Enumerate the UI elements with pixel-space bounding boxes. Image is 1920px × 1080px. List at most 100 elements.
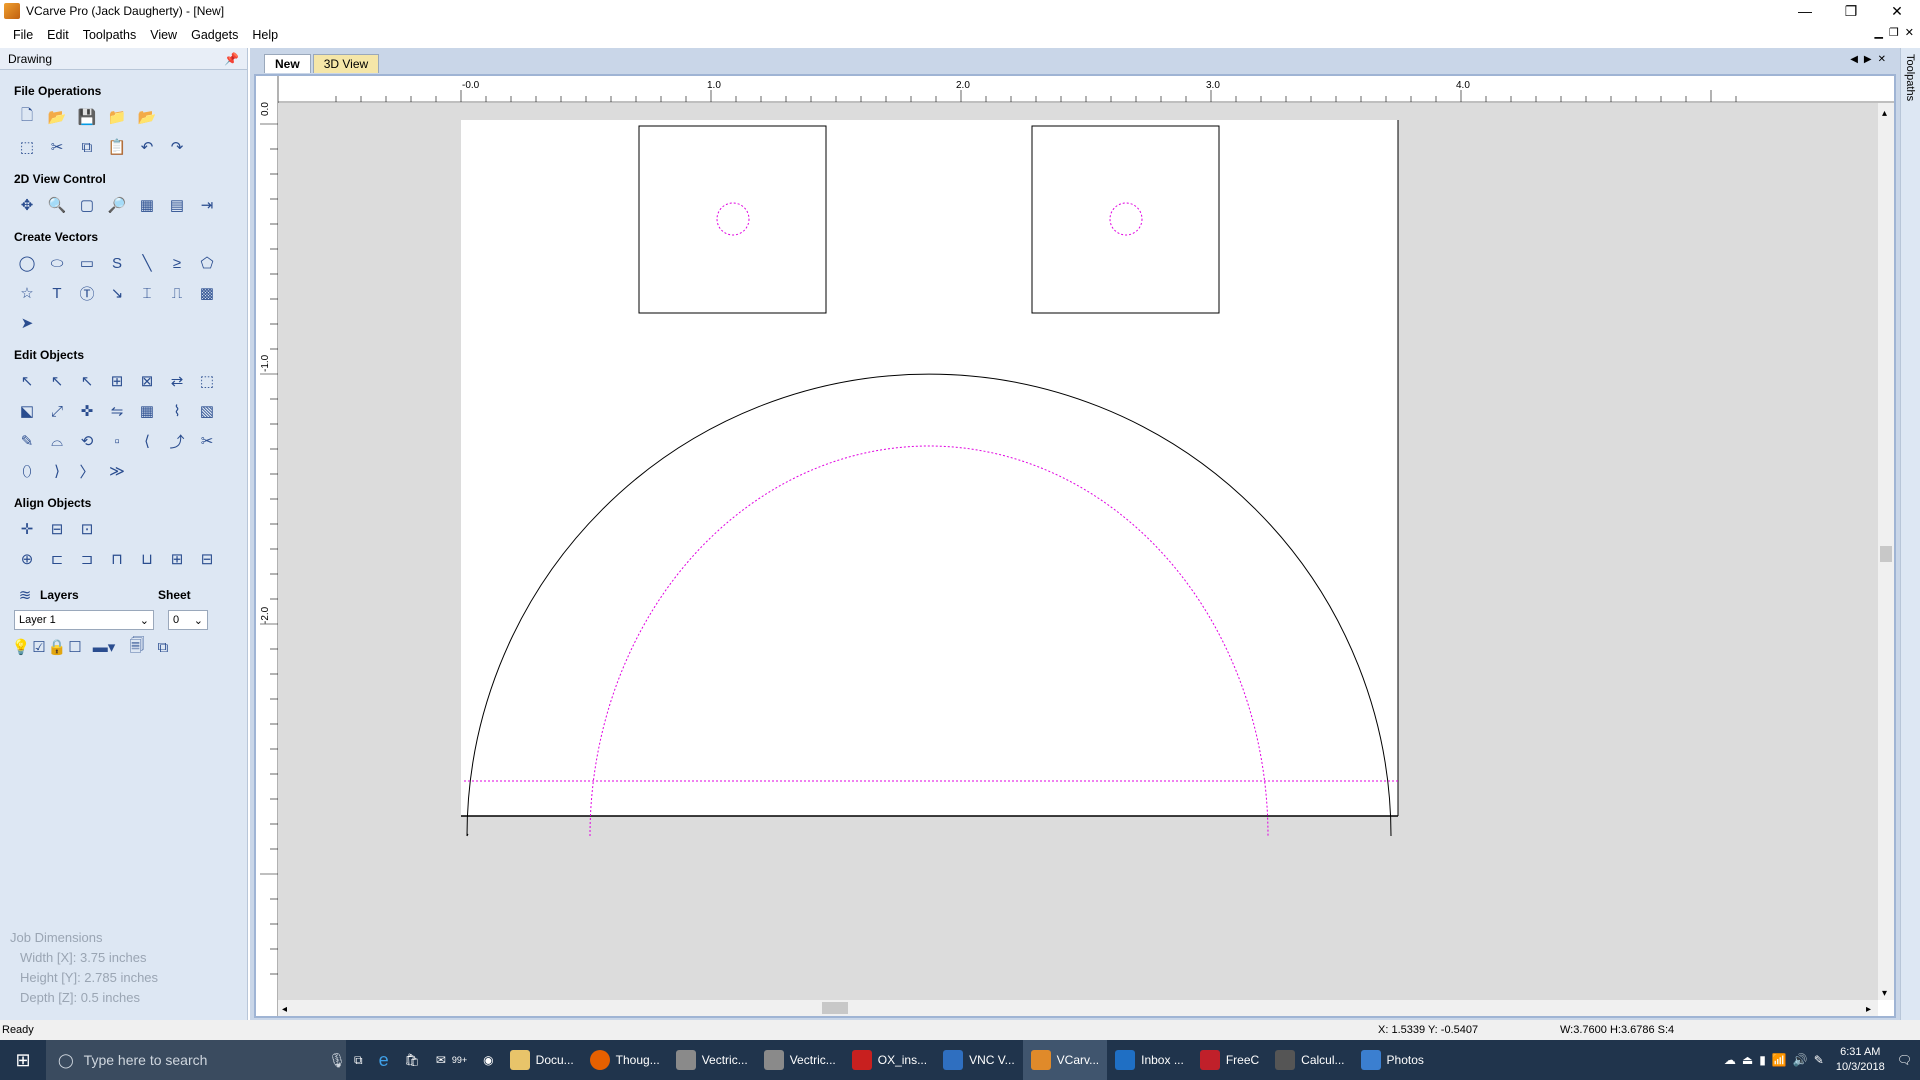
smooth-icon[interactable]: ⬯ [16,460,38,482]
scroll-up-icon[interactable]: ▴ [1882,108,1887,119]
tray-network-icon[interactable]: 📶 [1772,1053,1787,1067]
star-icon[interactable]: ☆ [16,282,38,304]
dimension-icon[interactable]: ⎍ [166,282,188,304]
chrome-icon[interactable]: ◉ [475,1040,501,1080]
menu-view[interactable]: View [143,28,184,42]
edge-icon[interactable]: e [371,1040,397,1080]
align-left-icon[interactable]: ⊏ [46,548,68,570]
fillet-icon[interactable]: ⌓ [46,430,68,452]
tray-volume-icon[interactable]: 🔊 [1793,1053,1808,1067]
menu-gadgets[interactable]: Gadgets [184,28,245,42]
guides-icon[interactable]: ▤ [166,194,188,216]
notification-icon[interactable]: 🗨 [1897,1053,1912,1067]
tray-battery-icon[interactable]: ▮ [1759,1053,1766,1067]
open-folder-icon[interactable]: 📁 [106,106,128,128]
import-icon[interactable]: 📂 [136,106,158,128]
pin-icon[interactable]: 📌 [224,52,239,66]
mdi-restore-icon[interactable]: ❐ [1889,26,1899,39]
taskbar-item-vectric-2[interactable]: Vectric... [756,1040,844,1080]
visible-checkbox[interactable]: ☑ [32,636,46,658]
line-icon[interactable]: ╲ [136,252,158,274]
taskbar-item-vcarve[interactable]: VCarv... [1022,1040,1108,1080]
transform-icon[interactable]: ↖ [76,370,98,392]
taskbar-item-outlook[interactable]: Inbox ... [1107,1040,1192,1080]
horizontal-scrollbar[interactable] [278,1000,1878,1016]
tab-prev-icon[interactable]: ◀ [1850,54,1858,65]
flip-icon[interactable]: ⇋ [106,400,128,422]
taskbar-item-vnc[interactable]: VNC V... [935,1040,1023,1080]
copy-icon[interactable]: ⧉ [76,136,98,158]
align-center-icon[interactable]: ✛ [16,518,38,540]
polyline-icon[interactable]: ≥ [166,252,188,274]
align-vertical-icon[interactable]: ⊡ [76,518,98,540]
snap-icon[interactable]: ⇥ [196,194,218,216]
taskbar-search[interactable]: ◯ Type here to search 🎙 [46,1040,346,1080]
taskbar-item-pdf[interactable]: OX_ins... [844,1040,935,1080]
align-top-icon[interactable]: ⊓ [106,548,128,570]
undo-icon[interactable]: ↶ [136,136,158,158]
color-dropdown[interactable]: ▬▾ [86,636,122,658]
taskbar-clock[interactable]: 6:31 AM 10/3/2018 [1830,1045,1891,1075]
taskbar-item-vectric-1[interactable]: Vectric... [668,1040,756,1080]
polygon-icon[interactable]: ⬠ [196,252,218,274]
store-icon[interactable]: 🛍 [397,1040,428,1080]
taskbar-item-photos[interactable]: Photos [1353,1040,1432,1080]
close-icon[interactable]: ✕ [1874,0,1920,22]
draw-tool-icon[interactable]: ➤ [16,312,38,334]
scroll-left-icon[interactable]: ◂ [282,1004,287,1015]
horizontal-scroll-thumb[interactable] [822,1002,848,1014]
align-center-page-icon[interactable]: ⊕ [16,548,38,570]
tab-new[interactable]: New [264,54,311,73]
size-icon[interactable]: ⬚ [196,370,218,392]
tab-close-icon[interactable]: ✕ [1878,54,1886,65]
rectangle-icon[interactable]: ▭ [76,252,98,274]
mdi-minimize-icon[interactable]: ▁ [1874,26,1882,39]
text-icon[interactable]: T [46,282,68,304]
menu-help[interactable]: Help [245,28,285,42]
taskbar-item-documents[interactable]: Docu... [502,1040,582,1080]
tab-3d-view[interactable]: 3D View [312,54,380,73]
mirror-icon[interactable]: ⇄ [166,370,188,392]
align-horizontal-icon[interactable]: ⊟ [46,518,68,540]
menu-edit[interactable]: Edit [40,28,76,42]
scale-icon[interactable]: ⤢ [46,400,68,422]
tab-next-icon[interactable]: ▶ [1864,54,1872,65]
paste-icon[interactable]: 📋 [106,136,128,158]
job-setup-icon[interactable]: ⬚ [16,136,38,158]
ungroup-icon[interactable]: ⊠ [136,370,158,392]
angle-icon[interactable]: ⟨ [136,430,158,452]
node-edit-icon[interactable]: ↖ [46,370,68,392]
align-bottom-icon[interactable]: ⊔ [136,548,158,570]
text-arc-icon[interactable]: ⌶ [136,282,158,304]
scroll-down-icon[interactable]: ▾ [1882,988,1887,999]
curve-icon[interactable]: S [106,252,128,274]
mdi-close-icon[interactable]: ✕ [1905,26,1914,39]
menu-toolpaths[interactable]: Toolpaths [76,28,144,42]
array-icon[interactable]: ▩ [196,282,218,304]
lightbulb-icon[interactable]: 💡 [12,636,31,658]
arc-icon[interactable]: ≫ [106,460,128,482]
open-file-icon[interactable]: 📂 [46,106,68,128]
microphone-icon[interactable]: 🎙 [328,1052,346,1069]
center-vertical-icon[interactable]: ⊟ [196,548,218,570]
bracket-icon[interactable]: ⟩ [46,460,68,482]
vertical-scroll-thumb[interactable] [1880,546,1892,562]
offset-icon[interactable]: ⬕ [16,400,38,422]
color-box[interactable]: ☐ [68,636,82,658]
mail-badge-icon[interactable]: ✉ 99+ [428,1040,475,1080]
extend-icon[interactable]: ⤴ [166,430,188,452]
close-vector-icon[interactable]: ▫ [106,430,128,452]
center-horizontal-icon[interactable]: ⊞ [166,548,188,570]
layer-manager-icon[interactable]: ⧉ [152,636,174,658]
layer-properties-icon[interactable]: 🗐 [126,636,148,658]
taskbar-item-calculator[interactable]: Calcul... [1267,1040,1352,1080]
cut-icon[interactable]: ✂ [46,136,68,158]
zoom-all-icon[interactable]: ▢ [76,194,98,216]
sheet-dropdown[interactable]: 0 ⌄ [168,610,208,630]
trim-icon[interactable]: ✎ [16,430,38,452]
text-on-curve-icon[interactable]: ↘ [106,282,128,304]
align-right-icon[interactable]: ⊐ [76,548,98,570]
boundary-icon[interactable]: ⟲ [76,430,98,452]
task-view-icon[interactable]: ⧉ [346,1040,371,1080]
ellipse-icon[interactable]: ⬭ [46,252,68,274]
